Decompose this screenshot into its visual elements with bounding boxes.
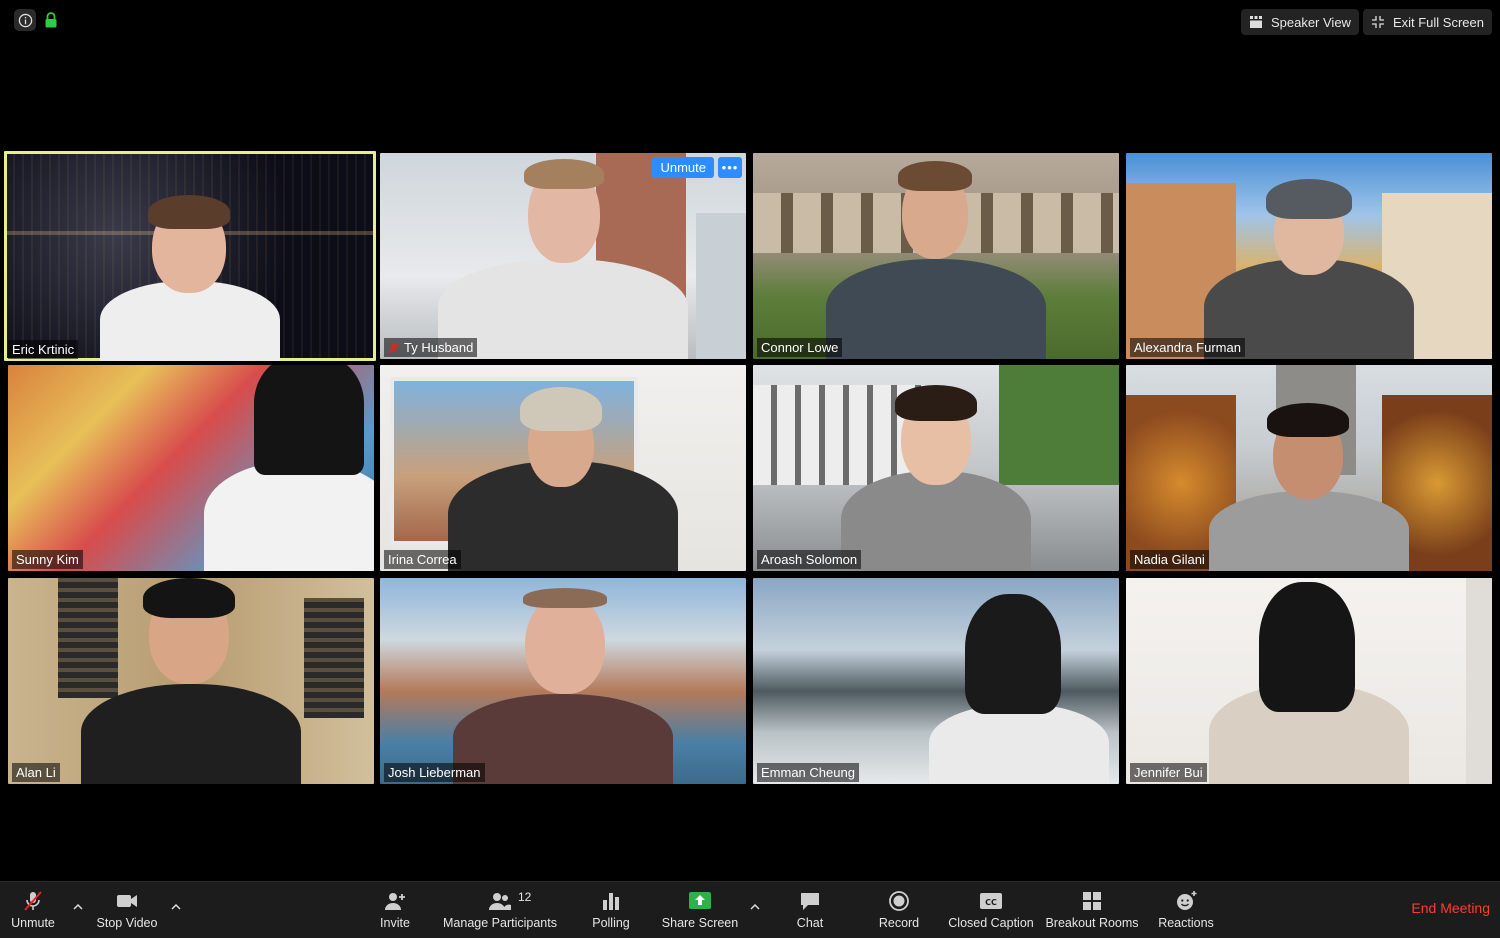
- chevron-up-icon: [171, 903, 181, 910]
- svg-text:CC: CC: [985, 898, 997, 907]
- record-icon: [889, 891, 909, 911]
- video-tile-alan-li[interactable]: Alan Li: [8, 578, 374, 784]
- manage-participants-button[interactable]: Manage Participants: [440, 882, 560, 938]
- end-meeting-button[interactable]: End Meeting: [1411, 900, 1490, 916]
- record-button[interactable]: Record: [876, 882, 922, 938]
- chat-button[interactable]: Chat: [792, 882, 828, 938]
- video-tile-ty-husband[interactable]: Unmute ••• Ty Husband: [380, 153, 746, 359]
- closed-caption-icon: CC: [980, 893, 1002, 909]
- chat-label: Chat: [796, 916, 824, 930]
- unmute-button[interactable]: Unmute: [8, 882, 58, 938]
- polling-label: Polling: [592, 916, 630, 930]
- video-tile-irina-correa[interactable]: Irina Correa: [380, 365, 746, 571]
- speaker-view-label: Speaker View: [1270, 14, 1351, 30]
- share-screen-label: Share Screen: [661, 916, 739, 930]
- bar-chart-icon: [603, 893, 619, 910]
- participant-count-badge: 12: [518, 890, 532, 904]
- share-screen-button[interactable]: Share Screen: [658, 882, 742, 938]
- participant-name-label: Aroash Solomon: [757, 550, 862, 569]
- video-tile-josh-lieberman[interactable]: Josh Lieberman: [380, 578, 746, 784]
- video-tile-aroash-solomon[interactable]: Aroash Solomon: [753, 365, 1119, 571]
- share-screen-icon: [689, 892, 711, 909]
- participants-icon: [489, 893, 511, 910]
- speaker-view-button[interactable]: Speaker View: [1240, 9, 1359, 35]
- participant-name-label: Eric Krtinic: [8, 340, 79, 359]
- video-tile-connor-lowe[interactable]: Connor Lowe: [753, 153, 1119, 359]
- closed-caption-label: Closed Caption: [948, 916, 1034, 930]
- participant-name-label: Jennifer Bui: [1130, 763, 1207, 782]
- video-tile-eric-krtinic[interactable]: Eric Krtinic: [4, 151, 376, 361]
- chat-bubble-icon: [801, 893, 819, 910]
- participant-name-label: Alexandra Furman: [1130, 338, 1245, 357]
- exit-full-screen-button[interactable]: Exit Full Screen: [1362, 9, 1492, 35]
- participant-name-label: Irina Correa: [384, 550, 461, 569]
- video-tile-jennifer-bui[interactable]: Jennifer Bui: [1126, 578, 1492, 784]
- participant-name-label: Nadia Gilani: [1130, 550, 1209, 569]
- video-camera-icon: [117, 895, 137, 907]
- breakout-rooms-label: Breakout Rooms: [1045, 916, 1139, 930]
- participant-name-label: Alan Li: [12, 763, 60, 782]
- info-icon[interactable]: [14, 9, 36, 31]
- add-person-icon: [385, 893, 405, 910]
- participant-name-label: Emman Cheung: [757, 763, 859, 782]
- stop-video-button[interactable]: Stop Video: [92, 882, 162, 938]
- reactions-label: Reactions: [1158, 916, 1214, 930]
- participant-name-label: Josh Lieberman: [384, 763, 485, 782]
- unmute-participant-button[interactable]: Unmute: [652, 157, 714, 178]
- participant-name-label: Connor Lowe: [757, 338, 843, 357]
- exit-full-screen-icon: [1371, 16, 1384, 28]
- breakout-rooms-icon: [1083, 892, 1101, 910]
- manage-participants-label: Manage Participants: [443, 916, 557, 930]
- encryption-lock-icon[interactable]: [44, 12, 58, 28]
- meeting-controls-toolbar: Unmute Stop Video Invite Manage Particip…: [0, 881, 1500, 938]
- video-tile-alexandra-furman[interactable]: Alexandra Furman: [1126, 153, 1492, 359]
- invite-label: Invite: [380, 916, 410, 930]
- view-controls: Speaker View Exit Full Screen: [1240, 9, 1492, 35]
- zoom-meeting-window: Speaker View Exit Full Screen Eric Krtin…: [0, 0, 1500, 938]
- muted-microphone-icon: [24, 891, 42, 911]
- more-options-button[interactable]: •••: [718, 157, 742, 178]
- record-label: Record: [878, 916, 920, 930]
- chevron-up-icon: [750, 903, 760, 910]
- closed-caption-button[interactable]: CC Closed Caption: [944, 882, 1038, 938]
- reactions-smiley-icon: [1177, 891, 1197, 910]
- breakout-rooms-button[interactable]: Breakout Rooms: [1042, 882, 1142, 938]
- gallery-view-grid: Eric Krtinic Unmute ••• Ty Husband Conno…: [4, 151, 1496, 785]
- reactions-button[interactable]: Reactions: [1154, 882, 1218, 938]
- invite-button[interactable]: Invite: [374, 882, 416, 938]
- polling-button[interactable]: Polling: [588, 882, 634, 938]
- video-options-caret[interactable]: [169, 900, 183, 914]
- stop-video-label: Stop Video: [96, 916, 158, 930]
- meeting-info-area: [14, 9, 58, 31]
- exit-full-screen-label: Exit Full Screen: [1392, 14, 1484, 30]
- muted-mic-icon: [388, 342, 400, 354]
- participant-name-label: Ty Husband: [384, 338, 478, 357]
- share-options-caret[interactable]: [748, 900, 762, 914]
- video-tile-nadia-gilani[interactable]: Nadia Gilani: [1126, 365, 1492, 571]
- unmute-label: Unmute: [11, 916, 55, 930]
- audio-options-caret[interactable]: [71, 900, 85, 914]
- speaker-view-icon: [1249, 16, 1262, 28]
- video-tile-sunny-kim[interactable]: Sunny Kim: [8, 365, 374, 571]
- chevron-up-icon: [73, 903, 83, 910]
- participant-name-label: Sunny Kim: [12, 550, 83, 569]
- video-tile-emman-cheung[interactable]: Emman Cheung: [753, 578, 1119, 784]
